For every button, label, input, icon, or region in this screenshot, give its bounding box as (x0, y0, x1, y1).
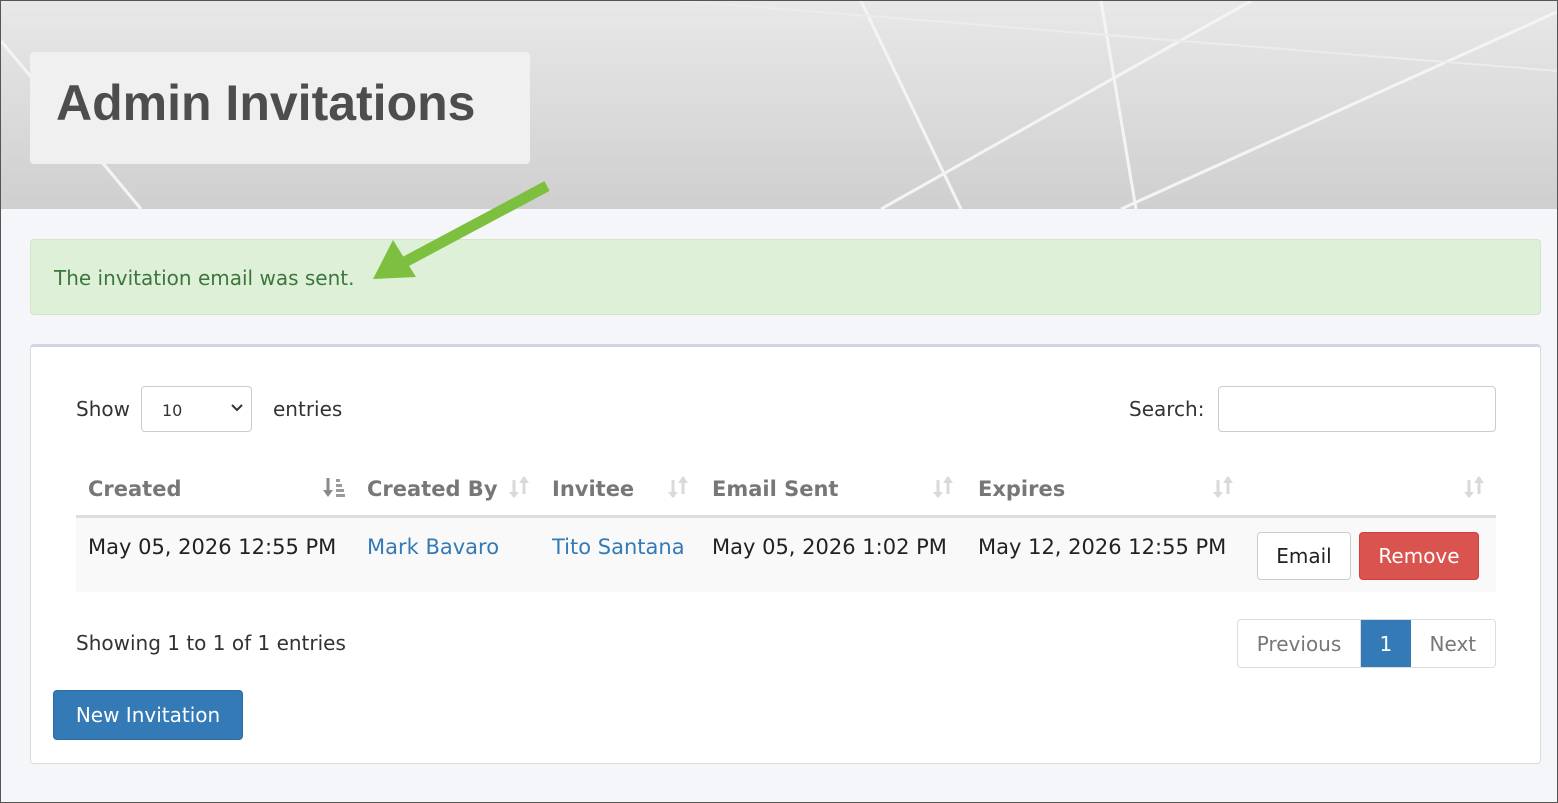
sort-desc-icon[interactable] (322, 475, 346, 499)
cell-expires: May 12, 2026 12:55 PM (978, 535, 1227, 559)
arrow-icon (373, 181, 550, 279)
column-header-created-by[interactable]: Created By (367, 477, 498, 501)
page-title-box: Admin Invitations (30, 52, 530, 164)
page-length-select[interactable]: 10 (141, 386, 252, 432)
pagination: Previous 1 Next (1237, 619, 1496, 668)
pagination-previous[interactable]: Previous (1238, 620, 1362, 667)
page-length-value: 10 (162, 401, 183, 420)
success-alert: The invitation email was sent. (30, 239, 1541, 315)
remove-button[interactable]: Remove (1359, 532, 1479, 580)
pagination-next[interactable]: Next (1411, 620, 1495, 667)
page-title: Admin Invitations (56, 75, 476, 131)
app-frame: Admin Invitations The invitation email w… (0, 0, 1558, 803)
table-row: May 05, 2026 12:55 PM Mark Bavaro Tito S… (76, 518, 1496, 592)
page-header-banner: Admin Invitations (1, 1, 1557, 209)
table-header: Created Created By Invitee Email Sent Ex… (76, 465, 1496, 518)
search-label: Search: (1129, 397, 1205, 421)
column-header-email-sent[interactable]: Email Sent (712, 477, 838, 501)
entries-label: entries (273, 397, 343, 421)
cell-created: May 05, 2026 12:55 PM (88, 535, 337, 559)
sort-both-icon[interactable] (931, 475, 955, 499)
email-button[interactable]: Email (1257, 532, 1351, 580)
alert-message: The invitation email was sent. (54, 266, 355, 290)
invitee-link[interactable]: Tito Santana (552, 535, 685, 559)
sort-both-icon[interactable] (1211, 475, 1235, 499)
column-header-expires[interactable]: Expires (978, 477, 1065, 501)
sort-both-icon[interactable] (1462, 475, 1486, 499)
cell-email-sent: May 05, 2026 1:02 PM (712, 535, 947, 559)
created-by-link[interactable]: Mark Bavaro (367, 535, 499, 559)
pagination-page-1[interactable]: 1 (1361, 620, 1411, 667)
show-label: Show (76, 397, 130, 421)
sort-both-icon[interactable] (507, 475, 531, 499)
column-header-created[interactable]: Created (88, 477, 182, 501)
search-input[interactable] (1218, 386, 1496, 432)
invitations-panel: Show 10 entries Search: Created Created … (30, 344, 1541, 764)
table-info: Showing 1 to 1 of 1 entries (76, 631, 346, 655)
chevron-down-icon (231, 404, 243, 412)
column-header-invitee[interactable]: Invitee (552, 477, 634, 501)
sort-both-icon[interactable] (666, 475, 690, 499)
new-invitation-button[interactable]: New Invitation (53, 690, 243, 740)
